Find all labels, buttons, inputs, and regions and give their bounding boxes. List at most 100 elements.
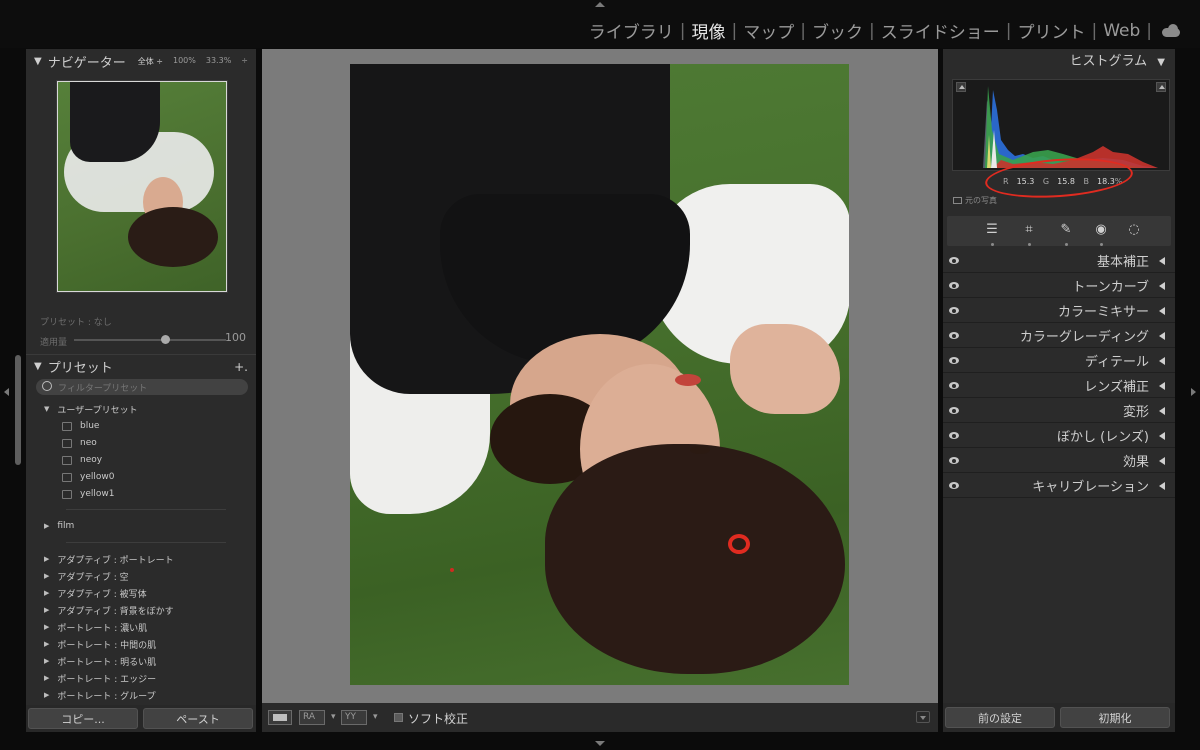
original-photo-toggle[interactable]: 元の写真 (953, 195, 997, 206)
eye-icon[interactable] (949, 382, 959, 389)
red-eye-icon[interactable]: ◉ (1093, 222, 1109, 238)
eye-icon[interactable] (949, 457, 959, 464)
expand-triangle-icon[interactable]: ▶ (44, 657, 49, 665)
collapse-triangle-icon[interactable]: ▼ (1157, 57, 1165, 68)
zoom-custom[interactable]: ÷ (241, 56, 248, 67)
eye-icon[interactable] (949, 282, 959, 289)
module-map[interactable]: マップ (737, 18, 800, 43)
preset-item[interactable]: yellow1 (62, 486, 114, 502)
right-panel-toggle-icon[interactable] (1191, 388, 1196, 396)
preset-item[interactable]: neoy (62, 452, 102, 468)
navigator-preview[interactable] (56, 80, 228, 293)
expand-triangle-icon[interactable] (1159, 282, 1165, 290)
section-calibration[interactable]: キャリブレーション (943, 474, 1175, 498)
eye-icon[interactable] (949, 432, 959, 439)
preset-group[interactable]: ▶ アダプティブ : ポートレート (44, 551, 174, 567)
preset-group[interactable]: ▶ ポートレート : 濃い肌 (44, 619, 147, 635)
expand-triangle-icon[interactable] (1159, 257, 1165, 265)
eye-icon[interactable] (949, 307, 959, 314)
left-panel-scrollbar[interactable] (15, 355, 21, 465)
expand-triangle-icon[interactable]: ▶ (44, 691, 49, 699)
section-lens-blur[interactable]: ぼかし (レンズ) (943, 424, 1175, 448)
preset-group-film[interactable]: ▶ film (44, 518, 74, 534)
section-tone-curve[interactable]: トーンカーブ (943, 274, 1175, 298)
zoom-33[interactable]: 33.3% (206, 56, 231, 67)
crop-icon[interactable]: ⌗ (1021, 222, 1037, 238)
module-slideshow[interactable]: スライドショー (875, 18, 1006, 43)
expand-triangle-icon[interactable] (1159, 382, 1165, 390)
add-preset-button[interactable]: +. (234, 360, 248, 374)
preset-item[interactable]: yellow0 (62, 469, 114, 485)
expand-triangle-icon[interactable] (1159, 457, 1165, 465)
expand-triangle-icon[interactable]: ▶ (44, 640, 49, 648)
expand-triangle-icon[interactable]: ▶ (44, 572, 49, 580)
section-transform[interactable]: 変形 (943, 399, 1175, 423)
eye-icon[interactable] (949, 482, 959, 489)
expand-triangle-icon[interactable]: ▶ (44, 555, 49, 563)
copy-settings-button[interactable]: コピー... (28, 708, 138, 729)
paste-settings-button[interactable]: ペースト (143, 708, 253, 729)
cloud-sync-icon[interactable] (1160, 23, 1182, 38)
preset-item[interactable]: neo (62, 435, 97, 451)
left-panel-toggle-icon[interactable] (4, 388, 9, 396)
toolbar-options-dropdown[interactable] (916, 711, 930, 723)
module-print[interactable]: プリント (1011, 18, 1091, 43)
main-photo[interactable] (350, 64, 849, 685)
module-web[interactable]: Web (1097, 21, 1146, 41)
navigator-header[interactable]: ▼ ナビゲーター 全体 ÷ 100% 33.3% ÷ (26, 49, 256, 73)
highlight-clipping-icon[interactable] (1156, 82, 1166, 92)
preset-group[interactable]: ▶ ポートレート : グループ (44, 687, 156, 703)
healing-icon[interactable]: ✎ (1058, 222, 1074, 238)
preset-group[interactable]: ▶ アダプティブ : 背景をぼかす (44, 602, 174, 618)
top-panel-toggle-icon[interactable] (595, 2, 605, 7)
amount-slider-knob[interactable] (161, 335, 171, 344)
loupe-view-button[interactable] (268, 710, 292, 725)
previous-settings-button[interactable]: 前の設定 (945, 707, 1055, 728)
section-detail[interactable]: ディテール (943, 349, 1175, 373)
section-color-mixer[interactable]: カラーミキサー (943, 299, 1175, 323)
section-effects[interactable]: 効果 (943, 449, 1175, 473)
chevron-down-icon[interactable]: ▾ (331, 712, 336, 722)
preset-group[interactable]: ▶ アダプティブ : 被写体 (44, 585, 147, 601)
shadow-clipping-icon[interactable] (956, 82, 966, 92)
expand-triangle-icon[interactable] (1159, 357, 1165, 365)
expand-triangle-icon[interactable]: ▼ (44, 405, 49, 413)
section-lens-corrections[interactable]: レンズ補正 (943, 374, 1175, 398)
expand-triangle-icon[interactable] (1159, 407, 1165, 415)
expand-triangle-icon[interactable]: ▶ (44, 522, 49, 530)
masking-icon[interactable]: ◌ (1126, 222, 1142, 238)
image-canvas[interactable] (262, 49, 938, 703)
expand-triangle-icon[interactable] (1159, 432, 1165, 440)
module-develop[interactable]: 現像 (686, 18, 732, 43)
histogram[interactable] (952, 79, 1170, 171)
expand-triangle-icon[interactable] (1159, 332, 1165, 340)
before-after-top-bottom-button[interactable]: YY (341, 710, 367, 725)
bottom-panel-toggle-icon[interactable] (595, 741, 605, 746)
section-basic[interactable]: 基本補正 (943, 249, 1175, 273)
preset-group[interactable]: ▶ アダプティブ : 空 (44, 568, 129, 584)
eye-icon[interactable] (949, 357, 959, 364)
before-after-left-right-button[interactable]: RA (299, 710, 325, 725)
expand-triangle-icon[interactable]: ▶ (44, 606, 49, 614)
zoom-100[interactable]: 100% (173, 56, 196, 67)
eye-icon[interactable] (949, 332, 959, 339)
expand-triangle-icon[interactable]: ▶ (44, 623, 49, 631)
preset-group[interactable]: ▶ ポートレート : 明るい肌 (44, 653, 156, 669)
preset-group[interactable]: ▶ ポートレート : 中間の肌 (44, 636, 156, 652)
preset-filter-input[interactable]: フィルタープリセット (36, 379, 248, 395)
collapse-triangle-icon[interactable]: ▼ (34, 56, 42, 67)
eye-icon[interactable] (949, 407, 959, 414)
expand-triangle-icon[interactable]: ▶ (44, 589, 49, 597)
module-book[interactable]: ブック (806, 18, 869, 43)
eye-icon[interactable] (949, 257, 959, 264)
zoom-fit[interactable]: 全体 ÷ (138, 56, 163, 67)
module-library[interactable]: ライブラリ (583, 18, 680, 43)
expand-triangle-icon[interactable] (1159, 482, 1165, 490)
original-photo-checkbox[interactable] (953, 197, 962, 204)
preset-group[interactable]: ▶ ポートレート : エッジー (44, 670, 156, 686)
chevron-down-icon[interactable]: ▾ (373, 712, 378, 722)
section-color-grading[interactable]: カラーグレーディング (943, 324, 1175, 348)
expand-triangle-icon[interactable] (1159, 307, 1165, 315)
presets-header[interactable]: ▼ プリセット +. (26, 354, 256, 378)
reset-button[interactable]: 初期化 (1060, 707, 1170, 728)
